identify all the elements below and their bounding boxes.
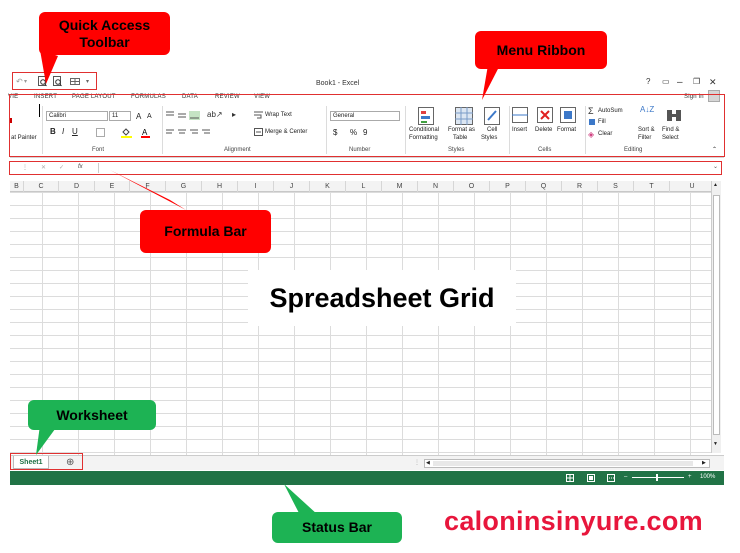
excel-annotated-screenshot: ↶ ▾ ▾ Book1 - Excel ? ▭ – ❐ ✕ VIE INSERT… bbox=[0, 0, 740, 553]
callout-formula-bar: Formula Bar bbox=[140, 210, 271, 253]
callout-quick-access-toolbar: Quick Access Toolbar bbox=[39, 12, 170, 55]
callout-status-bar: Status Bar bbox=[272, 512, 402, 543]
callout-menu-ribbon: Menu Ribbon bbox=[475, 31, 607, 69]
formula-bar-arrow bbox=[110, 170, 186, 210]
callout-worksheet: Worksheet bbox=[28, 400, 156, 430]
callout-spreadsheet-grid: Spreadsheet Grid bbox=[248, 270, 516, 326]
status-bar-arrow bbox=[284, 484, 318, 515]
quick-access-arrow bbox=[40, 50, 58, 84]
ribbon-arrow bbox=[482, 65, 500, 100]
watermark-text: caloninsinyure.com bbox=[444, 506, 703, 536]
